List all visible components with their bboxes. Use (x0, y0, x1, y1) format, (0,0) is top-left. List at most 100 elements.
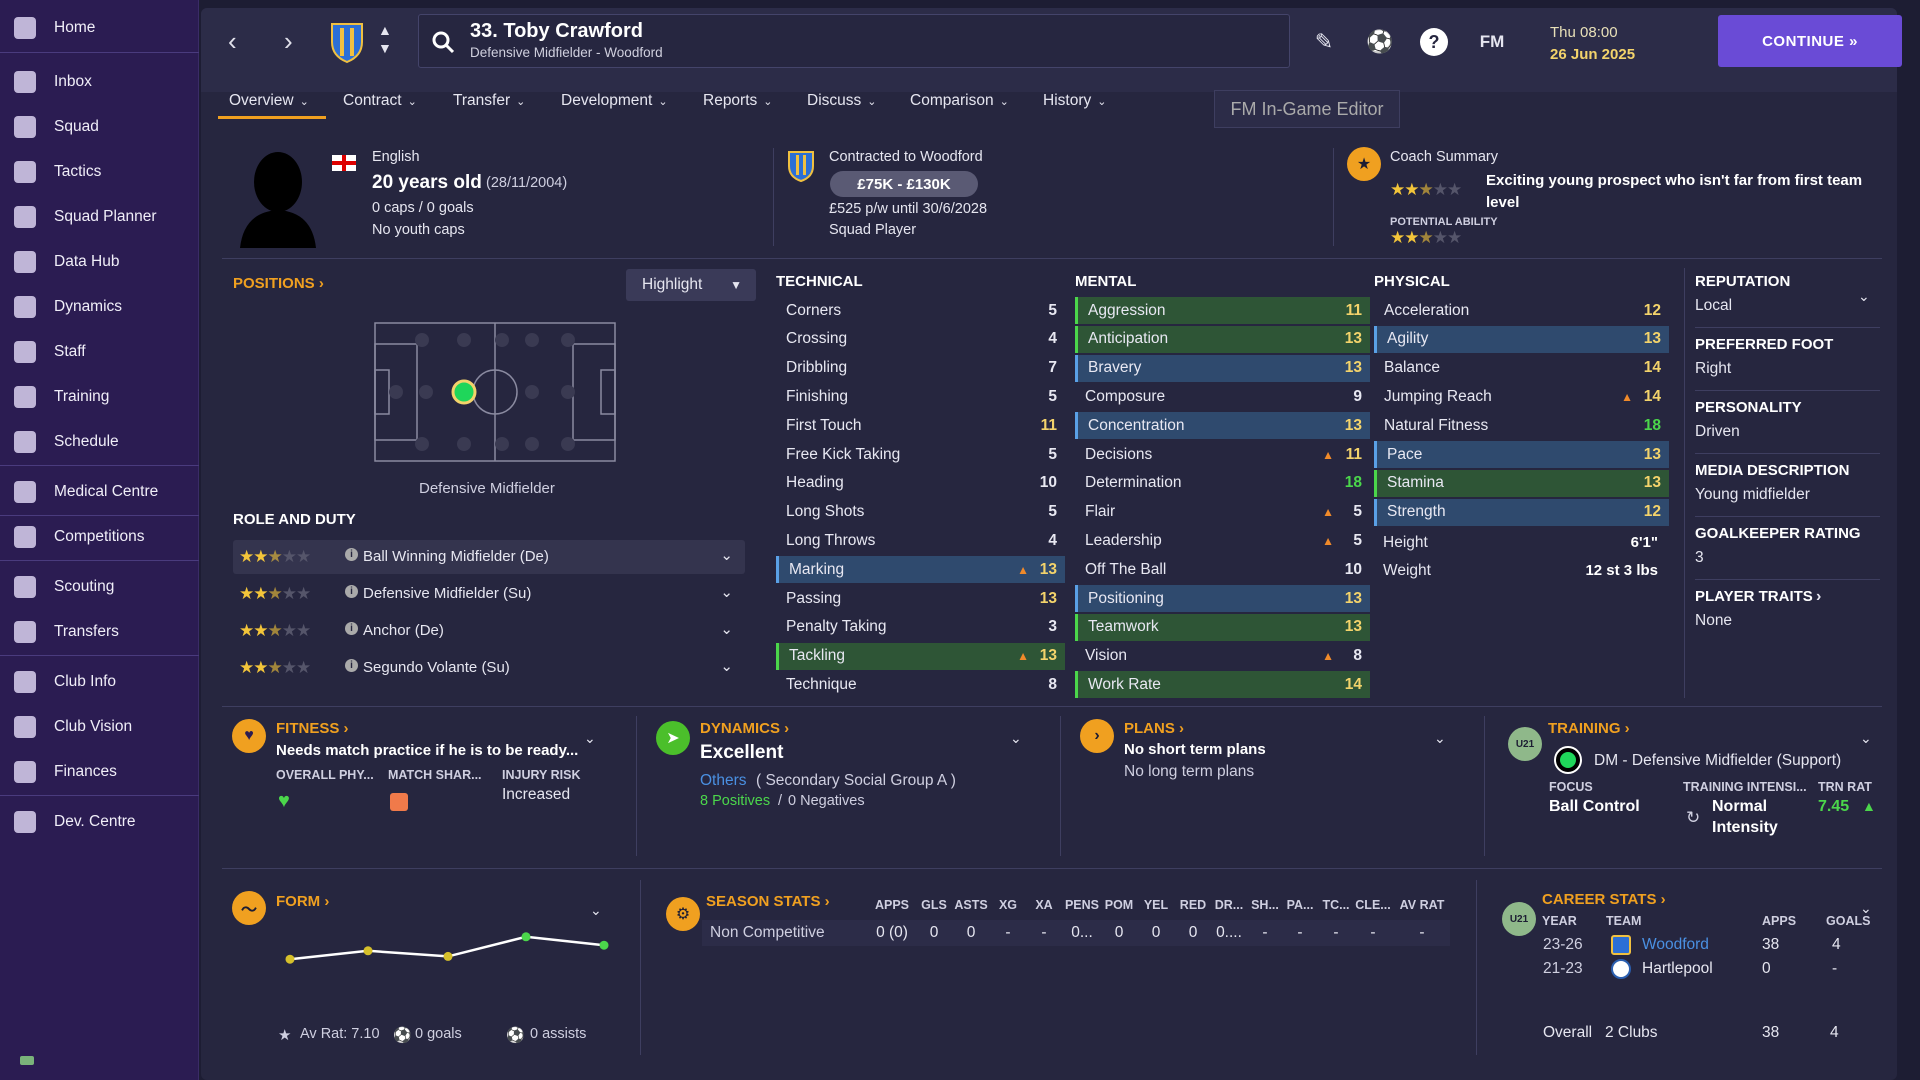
positions-link[interactable]: POSITIONS › (233, 275, 324, 292)
sidebar-item-inbox[interactable]: Inbox (0, 61, 199, 103)
club-badge-icon[interactable] (330, 20, 364, 64)
attribute-name: Free Kick Taking (786, 445, 901, 463)
sidebar-item-tactics[interactable]: Tactics (0, 151, 199, 193)
forward-icon[interactable]: › (284, 26, 293, 57)
form-point[interactable] (599, 940, 609, 950)
social-group-link[interactable]: Others (700, 772, 747, 790)
chevron-down-icon[interactable]: ⌄ (720, 583, 733, 601)
chevron-down-icon[interactable]: ⌄ (590, 902, 602, 919)
transfer-value-badge[interactable]: £75K - £130K (830, 171, 978, 197)
sidebar-item-club-info[interactable]: Club Info (0, 661, 199, 703)
career-stats-link[interactable]: CAREER STATS › (1542, 891, 1666, 908)
sidebar-item-transfers[interactable]: Transfers (0, 611, 199, 653)
fm-menu-button[interactable]: FM (1474, 28, 1510, 56)
career-overall-clubs: 2 Clubs (1605, 1024, 1658, 1041)
attribute-row-technique: Technique 8 (776, 671, 1065, 698)
form-point[interactable] (443, 951, 453, 961)
tab-discuss[interactable]: Discuss ⌄ (807, 92, 876, 110)
tab-overview[interactable]: Overview ⌄ (229, 92, 309, 110)
chevron-up-icon[interactable]: ▲ (378, 22, 392, 38)
sidebar-item-staff[interactable]: Staff (0, 331, 199, 373)
sidebar-item-medical-centre[interactable]: Medical Centre (0, 471, 199, 513)
season-cell: - (1370, 924, 1376, 941)
role-duty-title: ROLE AND DUTY (233, 511, 356, 528)
game-date[interactable]: 26 Jun 2025 (1550, 46, 1635, 63)
foot-value: Right (1695, 360, 1732, 377)
highlight-dropdown[interactable]: Highlight ▼ (626, 269, 756, 301)
attribute-row-penalty-taking: Penalty Taking 3 (776, 614, 1065, 641)
active-tab-underline (218, 116, 326, 119)
attribute-value: 13 (1643, 445, 1661, 463)
edit-icon[interactable]: ✎ (1310, 28, 1338, 56)
chevron-down-icon[interactable]: ⌄ (1434, 730, 1446, 747)
chevron-down-icon[interactable]: ▼ (378, 40, 392, 56)
tab-contract[interactable]: Contract ⌄ (343, 92, 417, 110)
form-point[interactable] (285, 954, 295, 964)
plans-link[interactable]: PLANS › (1124, 720, 1184, 737)
sidebar-item-label: Medical Centre (54, 483, 159, 500)
career-apps: 0 (1762, 960, 1771, 977)
role-row[interactable]: ★★★★★ i Ball Winning Midfielder (De) ⌄ (233, 540, 745, 574)
tab-history[interactable]: History ⌄ (1043, 92, 1106, 110)
continue-button[interactable]: CONTINUE » (1718, 15, 1902, 67)
chevron-down-icon[interactable]: ⌄ (720, 546, 733, 564)
sidebar-item-scouting[interactable]: Scouting (0, 566, 199, 608)
attribute-value: 5 (1353, 531, 1362, 549)
ball-icon[interactable]: ⚽ (1366, 28, 1394, 56)
chevron-down-icon[interactable]: ⌄ (1858, 288, 1870, 305)
attribute-value: 9 (1353, 387, 1362, 405)
back-icon[interactable]: ‹ (228, 26, 237, 57)
chevron-down-icon[interactable]: ⌄ (584, 730, 596, 747)
attribute-row-stamina: Stamina 13 (1374, 469, 1669, 497)
sidebar-item-home[interactable]: Home (0, 7, 199, 49)
attribute-value: 11 (1345, 445, 1362, 463)
form-point[interactable] (521, 932, 531, 942)
chevron-down-icon[interactable]: ⌄ (1010, 730, 1022, 747)
chevron-down-icon[interactable]: ⌄ (720, 620, 733, 638)
dynamics-icon (14, 296, 36, 318)
tab-transfer[interactable]: Transfer ⌄ (453, 92, 525, 110)
role-row[interactable]: ★★★★★ i Segundo Volante (Su) ⌄ (233, 651, 745, 685)
fitness-link[interactable]: FITNESS › (276, 720, 349, 737)
attribute-row-tackling: Tackling ▲ 13 (776, 642, 1065, 670)
sidebar-item-schedule[interactable]: Schedule (0, 421, 199, 463)
tab-development[interactable]: Development ⌄ (561, 92, 668, 110)
traits-label[interactable]: PLAYER TRAITS (1695, 588, 1813, 605)
calendar-icon (14, 431, 36, 453)
dynamics-link[interactable]: DYNAMICS › (700, 720, 789, 737)
sidebar-item-squad[interactable]: Squad (0, 106, 199, 148)
attribute-row-acceleration: Acceleration 12 (1374, 297, 1669, 324)
divider (773, 148, 774, 246)
help-icon[interactable]: ? (1420, 28, 1448, 56)
chevron-down-icon[interactable]: ⌄ (720, 657, 733, 675)
attribute-name: Jumping Reach (1384, 387, 1492, 405)
tab-comparison[interactable]: Comparison ⌄ (910, 92, 1009, 110)
sidebar-item-training[interactable]: Training (0, 376, 199, 418)
search-icon[interactable] (431, 30, 455, 54)
sidebar-item-club-vision[interactable]: Club Vision (0, 706, 199, 748)
career-team[interactable]: Woodford (1642, 936, 1709, 954)
sidebar-item-finances[interactable]: Finances (0, 751, 199, 793)
form-point[interactable] (363, 946, 373, 956)
sidebar-item-dev-centre[interactable]: Dev. Centre (0, 801, 199, 843)
role-name: Segundo Volante (Su) (363, 659, 510, 676)
role-row[interactable]: ★★★★★ i Anchor (De) ⌄ (233, 614, 745, 648)
sidebar-item-squad-planner[interactable]: Squad Planner (0, 196, 199, 238)
career-team[interactable]: Hartlepool (1642, 960, 1713, 978)
sidebar-item-data-hub[interactable]: Data Hub (0, 241, 199, 283)
chevron-down-icon[interactable]: ⌄ (1860, 730, 1872, 747)
training-link[interactable]: TRAINING › (1548, 720, 1630, 737)
training-role: DM - Defensive Midfielder (Support) (1594, 752, 1842, 769)
role-name: Defensive Midfielder (Su) (363, 585, 532, 602)
role-stars: ★★★★★ (239, 621, 311, 640)
sidebar-item-competitions[interactable]: Competitions (0, 516, 199, 558)
attribute-row-passing: Passing 13 (776, 585, 1065, 612)
sidebar-item-dynamics[interactable]: Dynamics (0, 286, 199, 328)
role-row[interactable]: ★★★★★ i Defensive Midfielder (Su) ⌄ (233, 577, 745, 611)
tab-reports[interactable]: Reports ⌄ (703, 92, 773, 110)
coach-star-icon: ★ (1347, 147, 1381, 181)
season-stats-link[interactable]: SEASON STATS › (706, 893, 830, 910)
form-link[interactable]: FORM › (276, 893, 329, 910)
shirt-icon (14, 116, 36, 138)
sidebar-item-label: Dynamics (54, 298, 123, 315)
